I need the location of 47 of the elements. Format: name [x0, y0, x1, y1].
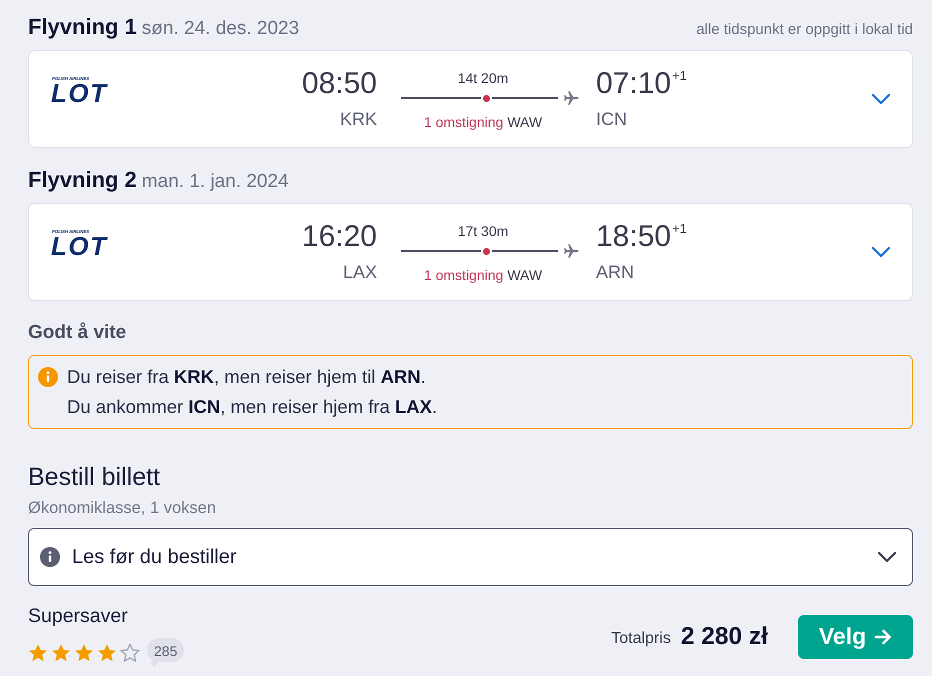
- info-icon: [38, 367, 58, 387]
- logo-wordmark: LOT: [51, 234, 108, 258]
- stop-count: 1 omstigning: [424, 113, 504, 131]
- stop-airport: WAW: [507, 266, 542, 284]
- plane-icon: [563, 243, 579, 259]
- arrival-airport: ARN: [596, 261, 634, 283]
- stop-dot-icon: [482, 94, 490, 102]
- notice-text: Du ankommer ICN, men reiser hjem fra LAX.: [67, 395, 438, 419]
- plane-icon: [563, 90, 579, 106]
- booking-title: Bestill billett: [28, 463, 160, 491]
- stop-count: 1 omstigning: [424, 266, 504, 284]
- star-icon: [28, 643, 48, 663]
- flight-date: søn. 24. des. 2023: [142, 18, 300, 40]
- departure-time: 08:50: [302, 67, 377, 101]
- time-note: alle tidspunkt er oppgitt i lokal tid: [696, 21, 913, 38]
- star-icon: [74, 643, 94, 663]
- flight-title: Flyvning 2: [28, 166, 137, 194]
- star-icon: [120, 643, 140, 663]
- arrival-time: 18:50: [596, 220, 672, 254]
- departure-airport: LAX: [342, 261, 377, 283]
- chevron-icon[interactable]: [871, 93, 891, 105]
- flight-duration: 17t 30m: [458, 222, 508, 240]
- booking-subtitle: Økonomiklasse, 1 voksen: [28, 498, 216, 518]
- section-title: Godt å vite: [28, 322, 126, 344]
- star-icon: [51, 643, 71, 663]
- arrival-airport: ICN: [596, 108, 627, 130]
- flight-duration: 14t 20m: [458, 69, 508, 87]
- stop-dot-icon: [482, 248, 490, 254]
- day-offset: +1: [672, 221, 687, 237]
- star-icon: [97, 643, 117, 663]
- flight-title: Flyvning 1: [28, 13, 137, 41]
- arrival-time: 07:10: [596, 67, 672, 101]
- departure-time: 16:20: [302, 220, 377, 254]
- stop-airport: WAW: [507, 113, 542, 131]
- info-dropdown[interactable]: Les før du bestiller: [28, 528, 913, 586]
- chevron-icon[interactable]: [871, 246, 891, 258]
- info-icon: [40, 547, 60, 567]
- arrow-right-icon: [874, 628, 892, 646]
- departure-airport: KRK: [340, 108, 377, 130]
- flight-date: man. 1. jan. 2024: [142, 171, 289, 193]
- day-offset: +1: [672, 68, 687, 84]
- fare-name: Supersaver: [28, 605, 128, 627]
- review-count: 285: [147, 638, 184, 668]
- notice-text: Du reiser fra KRK, men reiser hjem til ARN.: [67, 365, 426, 389]
- total-price: 2 280 zł: [680, 622, 768, 650]
- total-label: Totalpris: [611, 630, 671, 648]
- logo-wordmark: LOT: [51, 81, 108, 105]
